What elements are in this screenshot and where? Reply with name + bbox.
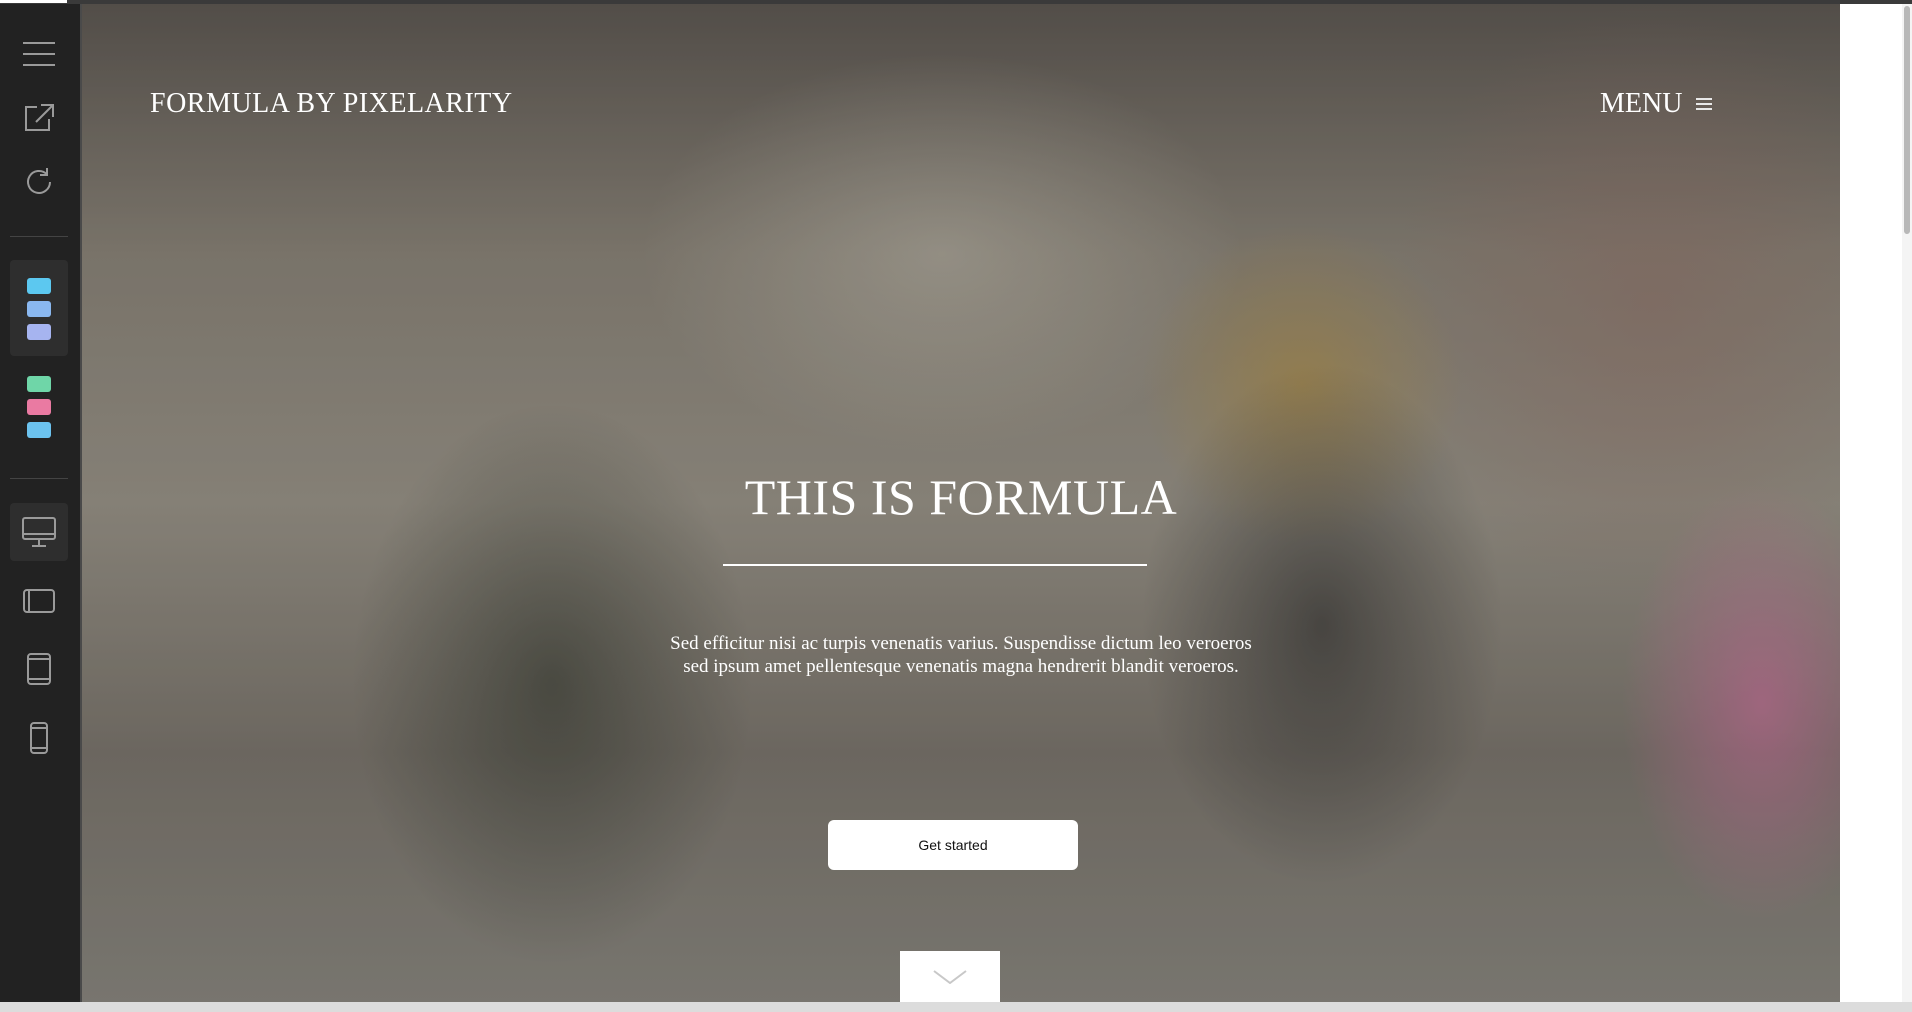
open-external-icon[interactable] <box>10 89 68 147</box>
hero-title: THIS IS FORMULA <box>744 469 1178 525</box>
tablet-landscape-icon[interactable] <box>10 572 68 630</box>
tablet-portrait-icon[interactable] <box>10 640 68 698</box>
color-scheme-1[interactable] <box>10 260 68 356</box>
color-swatch <box>27 399 51 415</box>
menu-lines-icon <box>1696 98 1713 110</box>
hero-section: FORMULA BY PIXELARITY MENU THIS IS FORMU… <box>82 4 1840 1002</box>
sidebar-divider <box>10 236 68 237</box>
desktop-icon[interactable] <box>10 503 68 561</box>
color-swatch <box>27 376 51 392</box>
title-divider <box>723 564 1147 566</box>
color-swatch <box>27 301 51 317</box>
sidebar-divider <box>10 478 68 479</box>
menu-label: MENU <box>1600 88 1683 119</box>
reload-icon[interactable] <box>10 153 68 211</box>
color-swatch <box>27 422 51 438</box>
color-scheme-2[interactable] <box>10 358 68 454</box>
phone-icon[interactable] <box>10 709 68 767</box>
scrollbar-thumb[interactable] <box>1904 6 1910 234</box>
preview-toolbar <box>0 4 82 1004</box>
loading-progress <box>0 0 67 3</box>
menu-button[interactable]: MENU <box>1600 88 1713 120</box>
get-started-button[interactable]: Get started <box>828 820 1078 870</box>
scroll-down-button[interactable] <box>900 951 1000 1002</box>
site-brand[interactable]: FORMULA BY PIXELARITY <box>150 88 513 120</box>
color-swatch <box>27 278 51 294</box>
chevron-down-icon <box>933 969 967 984</box>
hero-description: Sed efficitur nisi ac turpis venenatis v… <box>670 633 1252 677</box>
color-swatch <box>27 324 51 340</box>
hamburger-menu-icon[interactable] <box>10 25 68 83</box>
horizontal-scrollbar[interactable] <box>0 1002 1912 1012</box>
vertical-scrollbar[interactable] <box>1902 4 1912 1002</box>
